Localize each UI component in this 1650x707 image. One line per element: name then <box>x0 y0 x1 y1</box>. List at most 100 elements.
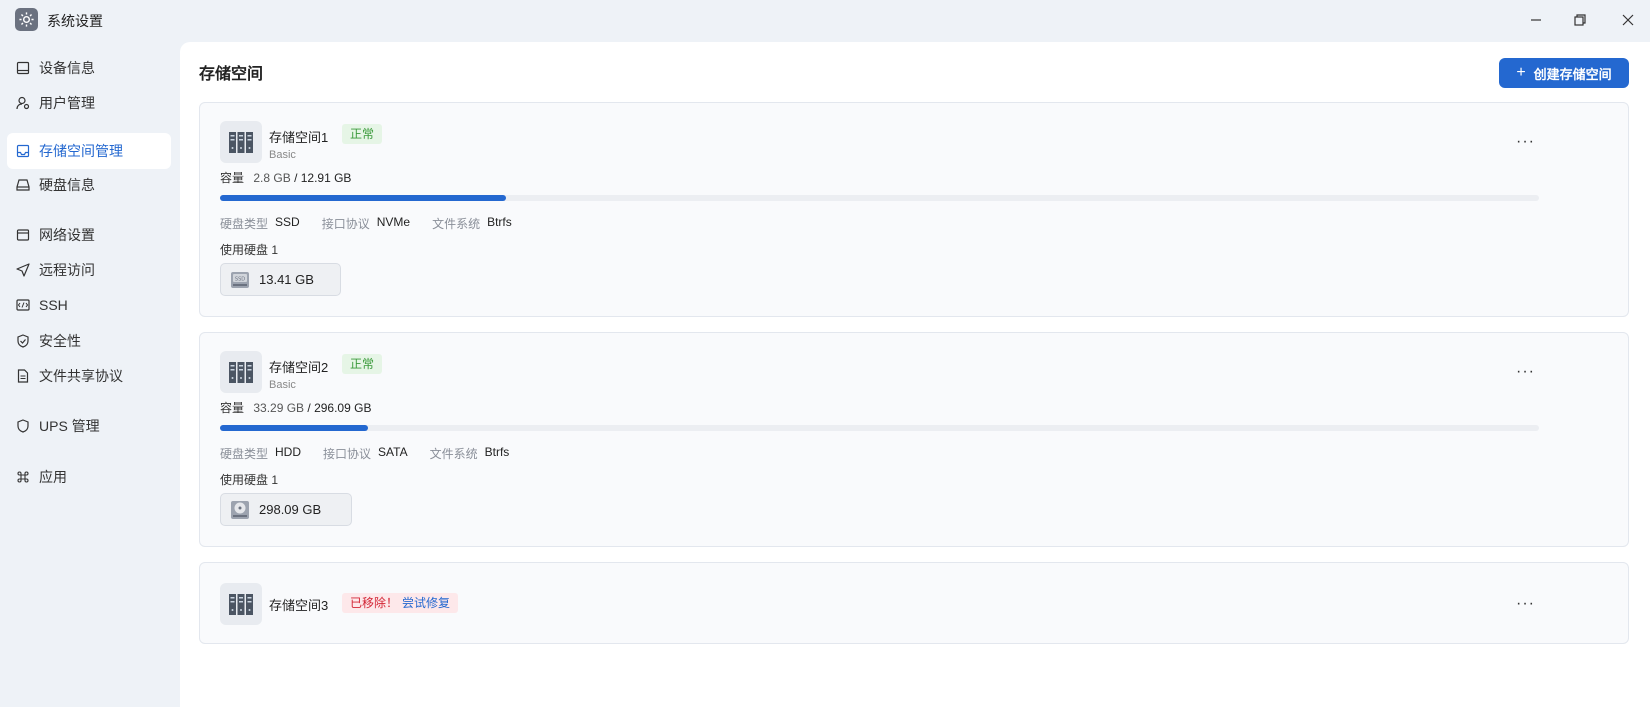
capacity-row: 容量 33.29 GB / 296.09 GB <box>220 399 371 416</box>
storage-pool-card: 存储空间1 正常 Basic ··· 容量 2.8 GB / 12.91 GB … <box>199 102 1629 317</box>
ssd-icon: SSD <box>231 271 249 288</box>
sidebar-item-label: UPS 管理 <box>39 418 100 434</box>
create-storage-button[interactable]: + 创建存储空间 <box>1499 58 1629 88</box>
settings-gear-icon <box>15 8 38 31</box>
sidebar-item-label: 应用 <box>39 469 67 485</box>
disk-icon <box>16 178 30 192</box>
create-storage-label: 创建存储空间 <box>1533 66 1612 82</box>
user-icon <box>16 96 30 110</box>
sidebar-item-apps[interactable]: 应用 <box>7 459 171 495</box>
plus-icon: + <box>1516 64 1526 81</box>
disks-used-label: 使用硬盘 1 <box>220 243 279 257</box>
sidebar-item-file-sharing[interactable]: 文件共享协议 <box>7 358 171 394</box>
minimize-icon <box>1531 19 1541 21</box>
server-rack-icon <box>220 121 262 163</box>
storage-pool-card: 存储空间3 已移除！ 尝试修复 ··· <box>199 562 1629 644</box>
fs-label: 文件系统 <box>429 447 478 461</box>
more-options-button[interactable]: ··· <box>1516 363 1535 381</box>
sidebar-item-label: 硬盘信息 <box>39 177 95 193</box>
sidebar-item-label: 用户管理 <box>39 95 95 111</box>
protocol-value: NVMe <box>376 215 411 229</box>
server-rack-icon <box>220 351 262 393</box>
sidebar-item-label: 存储空间管理 <box>39 143 123 159</box>
title-bar: 系统设置 <box>0 0 1650 40</box>
more-options-button[interactable]: ··· <box>1516 595 1535 613</box>
minimize-button[interactable] <box>1524 8 1548 32</box>
page-title: 存储空间 <box>199 66 264 83</box>
sidebar-item-disk-info[interactable]: 硬盘信息 <box>7 167 171 203</box>
window-title: 系统设置 <box>47 13 103 29</box>
server-rack-icon <box>220 583 262 625</box>
close-icon <box>1622 14 1634 26</box>
hdd-icon <box>231 500 249 519</box>
sidebar: 设备信息 用户管理 存储空间管理 硬盘信息 网络设置 远程访问 SSH 安全性 … <box>0 40 180 707</box>
sidebar-item-user-management[interactable]: 用户管理 <box>7 85 171 121</box>
status-badge: 正常 <box>342 354 383 374</box>
send-icon <box>16 263 30 277</box>
disk-chip[interactable]: SSD 13.41 GB <box>220 263 341 296</box>
sidebar-item-label: 网络设置 <box>39 227 95 243</box>
capacity-bar-fill <box>220 195 507 201</box>
file-icon <box>16 369 30 383</box>
network-icon <box>16 228 30 242</box>
sidebar-item-label: 安全性 <box>39 333 81 349</box>
pool-type: Basic <box>269 149 296 161</box>
capacity-total: / 296.09 GB <box>307 401 372 415</box>
shield-check-icon <box>16 334 30 348</box>
storage-icon <box>16 144 30 158</box>
pool-meta-row: 硬盘类型 SSD 接口协议 NVMe 文件系统 Btrfs <box>220 215 534 232</box>
shield-icon <box>16 419 30 433</box>
pool-name: 存储空间3 <box>269 598 329 613</box>
capacity-bar-fill <box>220 425 368 431</box>
svg-text:SSD: SSD <box>235 276 245 282</box>
fs-label: 文件系统 <box>432 217 481 231</box>
disk-chip[interactable]: 298.09 GB <box>220 493 352 526</box>
disk-size: 298.09 GB <box>259 502 322 517</box>
status-badge: 正常 <box>342 124 383 144</box>
device-icon <box>16 61 30 75</box>
sidebar-item-security[interactable]: 安全性 <box>7 323 171 359</box>
sidebar-item-device-info[interactable]: 设备信息 <box>7 50 171 86</box>
storage-pool-card: 存储空间2 正常 Basic ··· 容量 33.29 GB / 296.09 … <box>199 332 1629 547</box>
disk-type-value: HDD <box>275 445 302 459</box>
sidebar-item-ssh[interactable]: SSH <box>7 287 171 323</box>
status-badge-removed: 已移除！ <box>342 593 407 613</box>
capacity-total: / 12.91 GB <box>294 171 352 185</box>
capacity-used: 33.29 GB <box>253 401 305 415</box>
capacity-row: 容量 2.8 GB / 12.91 GB <box>220 169 351 186</box>
capacity-label: 容量 <box>220 171 245 185</box>
protocol-label: 接口协议 <box>321 217 370 231</box>
fs-value: Btrfs <box>487 215 512 229</box>
capacity-bar <box>220 195 1539 201</box>
main-panel: 存储空间 + 创建存储空间 存储空间1 正常 Basic ··· 容量 2.8 … <box>180 42 1650 707</box>
pool-name: 存储空间2 <box>269 360 329 375</box>
command-icon <box>16 470 30 484</box>
sidebar-item-ups[interactable]: UPS 管理 <box>7 408 171 444</box>
try-repair-link[interactable]: 尝试修复 <box>398 593 459 613</box>
capacity-used: 2.8 GB <box>253 171 291 185</box>
pool-type: Basic <box>269 379 296 391</box>
capacity-label: 容量 <box>220 401 245 415</box>
sidebar-item-network-settings[interactable]: 网络设置 <box>7 217 171 253</box>
capacity-bar <box>220 425 1539 431</box>
more-options-button[interactable]: ··· <box>1516 133 1535 151</box>
sidebar-item-label: 远程访问 <box>39 262 95 278</box>
protocol-label: 接口协议 <box>323 447 372 461</box>
maximize-button[interactable] <box>1568 8 1592 32</box>
sidebar-item-label: 设备信息 <box>39 60 95 76</box>
disk-type-value: SSD <box>275 215 300 229</box>
protocol-value: SATA <box>378 445 408 459</box>
restore-icon <box>1574 14 1586 26</box>
code-icon <box>16 298 30 312</box>
disk-size: 13.41 GB <box>259 272 314 287</box>
disk-type-label: 硬盘类型 <box>220 217 269 231</box>
pool-name: 存储空间1 <box>269 130 329 145</box>
sidebar-item-label: SSH <box>39 297 68 313</box>
pool-meta-row: 硬盘类型 HDD 接口协议 SATA 文件系统 Btrfs <box>220 445 531 462</box>
sidebar-item-remote-access[interactable]: 远程访问 <box>7 252 171 288</box>
sidebar-item-storage-management[interactable]: 存储空间管理 <box>7 133 171 169</box>
disks-used-label: 使用硬盘 1 <box>220 473 279 487</box>
sidebar-item-label: 文件共享协议 <box>39 368 123 384</box>
disk-type-label: 硬盘类型 <box>220 447 269 461</box>
close-button[interactable] <box>1616 8 1640 32</box>
